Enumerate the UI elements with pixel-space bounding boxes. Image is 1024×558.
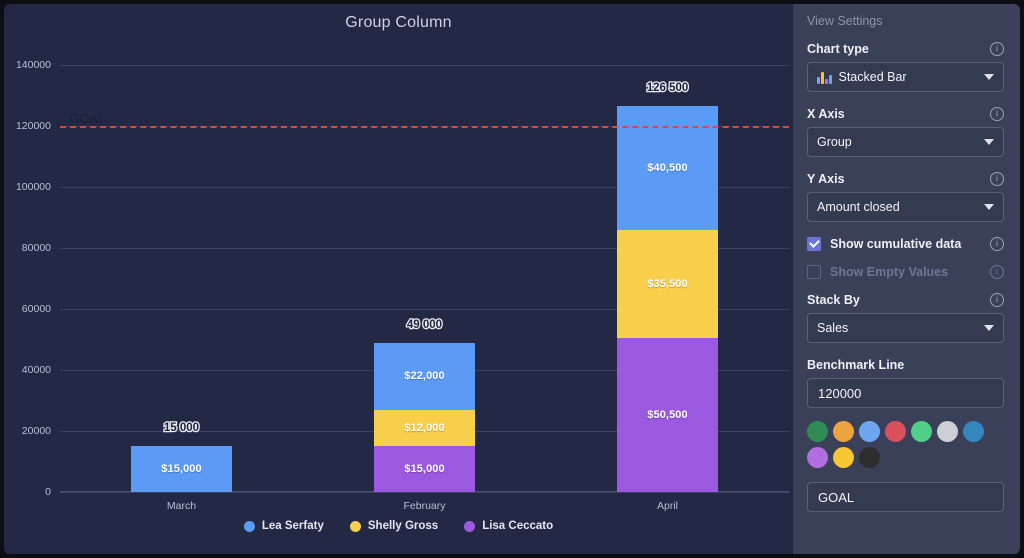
info-icon[interactable]: i	[990, 42, 1004, 56]
color-swatch[interactable]	[937, 421, 958, 442]
stack-by-label: Stack By	[807, 293, 860, 307]
stack-by-value: Sales	[817, 321, 849, 335]
color-swatches	[807, 421, 1003, 468]
chevron-down-icon	[984, 139, 994, 145]
chevron-down-icon	[984, 204, 994, 210]
y-axis-tick-label: 40000	[21, 364, 51, 377]
chart-type-row: Chart type i	[807, 42, 1004, 56]
sidebar-title: View Settings	[807, 14, 883, 28]
x-axis-row: X Axis i	[807, 107, 1004, 121]
y-axis-tick-label: 140000	[15, 59, 51, 72]
color-swatch[interactable]	[911, 421, 932, 442]
app-window: Group Column 0 20000 40000 60000 80000 100000…	[0, 0, 1024, 558]
y-axis-tick-label: 80000	[21, 242, 51, 255]
benchmark-value-input[interactable]: 120000	[807, 378, 1004, 408]
stack-by-row: Stack By i	[807, 293, 1004, 307]
legend-item[interactable]: Lisa Ceccato	[464, 520, 553, 532]
color-swatch[interactable]	[859, 447, 880, 468]
bar-segment[interactable]: $12,000	[374, 409, 475, 447]
x-axis-tick-label: March	[166, 500, 197, 512]
info-icon[interactable]: i	[990, 265, 1004, 279]
show-cumulative-label: Show cumulative data	[830, 237, 962, 251]
color-swatch[interactable]	[807, 447, 828, 468]
legend-item[interactable]: Lea Serfaty	[243, 520, 324, 532]
y-axis-value: Amount closed	[817, 200, 900, 214]
show-empty-checkbox[interactable]	[807, 265, 821, 279]
chart-type-label: Chart type	[807, 42, 869, 56]
x-axis-tick-label: April	[656, 500, 679, 512]
bar-segment[interactable]: $22,000	[374, 342, 475, 410]
show-empty-row[interactable]: Show Empty Values i	[807, 265, 1004, 279]
bar-segment[interactable]: $35,500	[617, 229, 718, 339]
info-icon[interactable]: i	[990, 172, 1004, 186]
view-settings-sidebar: View Settings Chart type i Stacked Bar X…	[793, 0, 1024, 558]
bar-group[interactable]: $15,000 $12,000 $22,000 49 000 February	[374, 317, 475, 512]
bar-total-label: 15 000	[163, 421, 201, 436]
color-swatch[interactable]	[963, 421, 984, 442]
chart-panel: Group Column 0 20000 40000 60000 80000 100000…	[0, 0, 793, 558]
bar-group[interactable]: $15,000 15 000 March	[131, 421, 232, 512]
bar-segment-label: $15,000	[404, 463, 445, 476]
bar-segment-label: $22,000	[404, 370, 445, 383]
y-axis-tick-label: 20000	[21, 425, 51, 438]
benchmark-label: GOAL	[70, 112, 105, 127]
chart-legend: Lea Serfaty Shelly Gross Lisa Ceccato	[4, 520, 793, 532]
color-swatch[interactable]	[885, 421, 906, 442]
info-icon[interactable]: i	[990, 237, 1004, 251]
y-axis-tick-label: 120000	[15, 120, 51, 133]
info-icon[interactable]: i	[990, 293, 1004, 307]
chart-type-value: Stacked Bar	[838, 70, 907, 84]
legend-label: Lisa Ceccato	[482, 520, 554, 532]
legend-color-dot	[243, 520, 255, 532]
bar-segment[interactable]: $50,500	[617, 338, 718, 492]
legend-color-dot	[349, 520, 361, 532]
bar-segment[interactable]: $40,500	[617, 106, 718, 230]
chart-type-select[interactable]: Stacked Bar	[807, 62, 1004, 92]
color-swatch[interactable]	[833, 447, 854, 468]
color-swatch[interactable]	[807, 421, 828, 442]
color-swatch[interactable]	[859, 421, 880, 442]
bar-segment[interactable]: $15,000	[374, 446, 475, 492]
benchmark-name-input[interactable]: GOAL	[807, 482, 1004, 512]
show-empty-label: Show Empty Values	[830, 265, 949, 279]
legend-label: Lea Serfaty	[261, 520, 324, 532]
bar-segment-label: $12,000	[404, 421, 445, 434]
bar-group[interactable]: $50,500 $35,500 $40,500 126 500 April	[617, 81, 718, 512]
bar-chart-icon	[817, 71, 832, 84]
benchmark-line-label: Benchmark Line	[807, 358, 905, 372]
y-axis-select[interactable]: Amount closed	[807, 192, 1004, 222]
x-axis-select[interactable]: Group	[807, 127, 1004, 157]
x-axis-value: Group	[817, 135, 852, 149]
x-axis-label: X Axis	[807, 107, 845, 121]
info-icon[interactable]: i	[990, 107, 1004, 121]
chevron-down-icon	[984, 74, 994, 80]
bar-segment-label: $50,500	[647, 409, 688, 422]
benchmark-line	[60, 126, 789, 129]
plot-area: 0 20000 40000 60000 80000 100000 120000 140000 …	[16, 50, 789, 512]
chevron-down-icon	[984, 325, 994, 331]
y-axis-label: Y Axis	[807, 172, 845, 186]
color-swatch[interactable]	[833, 421, 854, 442]
y-axis-tick-label: 0	[45, 486, 51, 498]
legend-label: Shelly Gross	[367, 520, 439, 532]
bar-total-label: 126 500	[645, 81, 689, 96]
bar-total-label: 49 000	[406, 317, 444, 332]
show-cumulative-row[interactable]: Show cumulative data i	[807, 237, 1004, 251]
bar-segment-label: $15,000	[161, 463, 202, 476]
legend-item[interactable]: Shelly Gross	[349, 520, 439, 532]
stack-by-select[interactable]: Sales	[807, 313, 1004, 343]
y-axis-tick-label: 100000	[15, 181, 51, 194]
show-cumulative-checkbox[interactable]	[807, 237, 821, 251]
gridline: 0	[45, 486, 789, 498]
chart-title: Group Column	[345, 14, 452, 31]
bar-segment-label: $35,500	[647, 277, 688, 290]
gridline: 140000	[16, 59, 789, 71]
legend-color-dot	[464, 520, 476, 532]
y-axis-row: Y Axis i	[807, 172, 1004, 186]
y-axis-tick-label: 60000	[21, 303, 51, 316]
bar-segment[interactable]: $15,000	[131, 446, 232, 492]
x-axis-tick-label: February	[403, 500, 446, 512]
bar-segment-label: $40,500	[647, 162, 688, 175]
